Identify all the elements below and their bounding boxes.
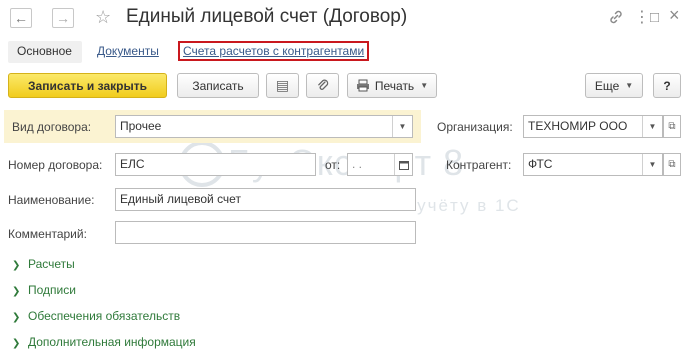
chevron-down-icon: ▼ bbox=[420, 81, 429, 90]
back-arrow-icon: ← bbox=[14, 10, 28, 26]
group-additional-info[interactable]: ❯ Дополнительная информация bbox=[12, 335, 196, 349]
contract-type-select[interactable]: Прочее ▼ bbox=[115, 115, 413, 138]
list-button[interactable]: ▤ bbox=[266, 73, 299, 98]
chevron-right-icon: ❯ bbox=[12, 338, 21, 349]
list-icon: ▤ bbox=[275, 77, 290, 93]
chevron-down-icon: ▼ bbox=[625, 81, 634, 90]
organization-field[interactable]: ТЕХНОМИР ООО ▼ bbox=[523, 115, 663, 138]
printer-icon bbox=[356, 79, 369, 92]
back-button[interactable]: ← bbox=[10, 8, 32, 28]
maximize-icon[interactable]: □ bbox=[650, 9, 659, 27]
contract-number-input[interactable]: ЕЛС bbox=[115, 153, 316, 176]
group-obligations-label: Обеспечения обязательств bbox=[28, 309, 181, 323]
chevron-down-icon[interactable]: ▼ bbox=[642, 116, 662, 137]
counterparty-field[interactable]: ФТС ▼ bbox=[523, 153, 663, 176]
tab-main[interactable]: Основное bbox=[8, 41, 82, 63]
comment-label: Комментарий: bbox=[8, 227, 87, 241]
contract-number-value: ЕЛС bbox=[120, 157, 145, 171]
date-label: от: bbox=[325, 158, 341, 172]
organization-value: ТЕХНОМИР ООО bbox=[528, 119, 628, 133]
chevron-down-icon[interactable]: ▼ bbox=[392, 116, 412, 137]
organization-label: Организация: bbox=[437, 120, 513, 134]
contract-number-label: Номер договора: bbox=[8, 158, 103, 172]
attach-button[interactable] bbox=[306, 73, 339, 98]
name-value: Единый лицевой счет bbox=[120, 192, 241, 206]
save-and-close-button[interactable]: Записать и закрыть bbox=[8, 73, 167, 98]
name-input[interactable]: Единый лицевой счет bbox=[115, 188, 416, 211]
help-button[interactable]: ? bbox=[653, 73, 681, 98]
open-icon: ⧉ bbox=[668, 159, 676, 170]
group-obligations[interactable]: ❯ Обеспечения обязательств bbox=[12, 309, 180, 323]
page-title: Единый лицевой счет (Договор) bbox=[126, 6, 408, 27]
forward-button[interactable]: → bbox=[52, 8, 74, 28]
chevron-right-icon: ❯ bbox=[12, 260, 21, 271]
organization-open-button[interactable]: ⧉ bbox=[663, 115, 681, 138]
group-signatures[interactable]: ❯ Подписи bbox=[12, 283, 76, 297]
counterparty-label: Контрагент: bbox=[446, 158, 512, 172]
tab-settlement-accounts[interactable]: Счета расчетов с контрагентами bbox=[178, 41, 370, 61]
counterparty-open-button[interactable]: ⧉ bbox=[663, 153, 681, 176]
more-vertical-icon[interactable]: ⋮ bbox=[634, 9, 650, 27]
link-icon[interactable] bbox=[608, 9, 624, 30]
group-additional-info-label: Дополнительная информация bbox=[28, 335, 196, 349]
contract-type-label: Вид договора: bbox=[12, 120, 92, 134]
chevron-right-icon: ❯ bbox=[12, 286, 21, 297]
chevron-right-icon: ❯ bbox=[12, 312, 21, 323]
calendar-icon[interactable] bbox=[394, 154, 412, 175]
print-label: Печать bbox=[374, 78, 415, 93]
print-button[interactable]: Печать ▼ bbox=[347, 73, 437, 98]
comment-input[interactable] bbox=[115, 221, 416, 244]
date-value: . . bbox=[352, 157, 363, 171]
counterparty-value: ФТС bbox=[528, 157, 553, 171]
more-label: Еще bbox=[594, 78, 620, 93]
paperclip-icon bbox=[317, 79, 328, 90]
forward-arrow-icon: → bbox=[56, 10, 70, 26]
group-settlements[interactable]: ❯ Расчеты bbox=[12, 257, 75, 271]
contract-type-value: Прочее bbox=[120, 119, 162, 133]
group-signatures-label: Подписи bbox=[28, 283, 76, 297]
tab-documents[interactable]: Документы bbox=[97, 41, 159, 63]
star-icon[interactable]: ☆ bbox=[95, 7, 111, 28]
date-input[interactable]: . . bbox=[347, 153, 413, 176]
chevron-down-icon[interactable]: ▼ bbox=[642, 154, 662, 175]
group-settlements-label: Расчеты bbox=[28, 257, 75, 271]
close-icon[interactable]: × bbox=[669, 6, 680, 24]
open-icon: ⧉ bbox=[668, 121, 676, 132]
save-button[interactable]: Записать bbox=[177, 73, 259, 98]
name-label: Наименование: bbox=[8, 193, 95, 207]
more-button[interactable]: Еще ▼ bbox=[585, 73, 643, 98]
